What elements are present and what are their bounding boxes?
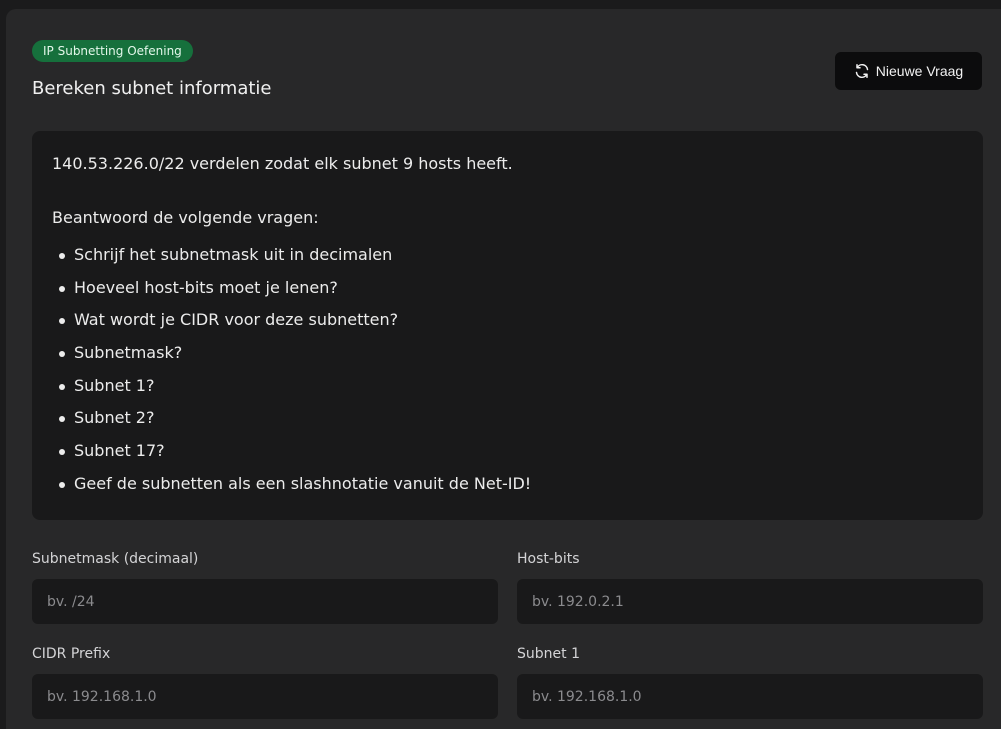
page-title: Bereken subnet informatie [32,78,272,99]
bullet-icon [59,449,65,456]
list-item: Subnet 2? [52,402,963,435]
subnetmask-decimal-label: Subnetmask (decimaal) [32,551,199,567]
list-item: Geef de subnetten als een slashnotatie v… [52,468,963,501]
host-bits-label: Host-bits [517,551,580,567]
exercise-badge: IP Subnetting Oefening [32,40,193,62]
list-item: Subnet 17? [52,435,963,468]
subnet-1-input[interactable] [517,674,983,719]
bullet-icon [59,383,65,390]
question-text: 140.53.226.0/22 verdelen zodat elk subne… [52,154,513,173]
bullet-icon [59,285,65,292]
cidr-prefix-label: CIDR Prefix [32,646,111,662]
list-item: Schrijf het subnetmask uit in decimalen [52,239,963,272]
cidr-prefix-input[interactable] [32,674,498,719]
subnetmask-decimal-input[interactable] [32,579,498,624]
bullet-icon [59,416,65,423]
exercise-card: IP Subnetting Oefening Bereken subnet in… [6,9,1001,729]
new-question-button[interactable]: Nieuwe Vraag [835,52,982,90]
list-item: Hoeveel host-bits moet je lenen? [52,272,963,305]
host-bits-input[interactable] [517,579,983,624]
list-item: Subnet 1? [52,370,963,403]
bullet-icon [59,318,65,325]
list-item: Wat wordt je CIDR voor deze subnetten? [52,304,963,337]
list-item: Subnetmask? [52,337,963,370]
subnet-1-label: Subnet 1 [517,646,580,662]
bullet-icon [59,253,65,259]
question-instruction: Beantwoord de volgende vragen: [52,208,319,227]
new-question-label: Nieuwe Vraag [875,63,964,79]
bullet-icon [59,351,65,358]
bullet-icon [59,481,65,488]
refresh-icon [854,63,870,79]
question-panel: 140.53.226.0/22 verdelen zodat elk subne… [32,131,983,520]
question-list: Schrijf het subnetmask uit in decimalen … [52,239,963,501]
